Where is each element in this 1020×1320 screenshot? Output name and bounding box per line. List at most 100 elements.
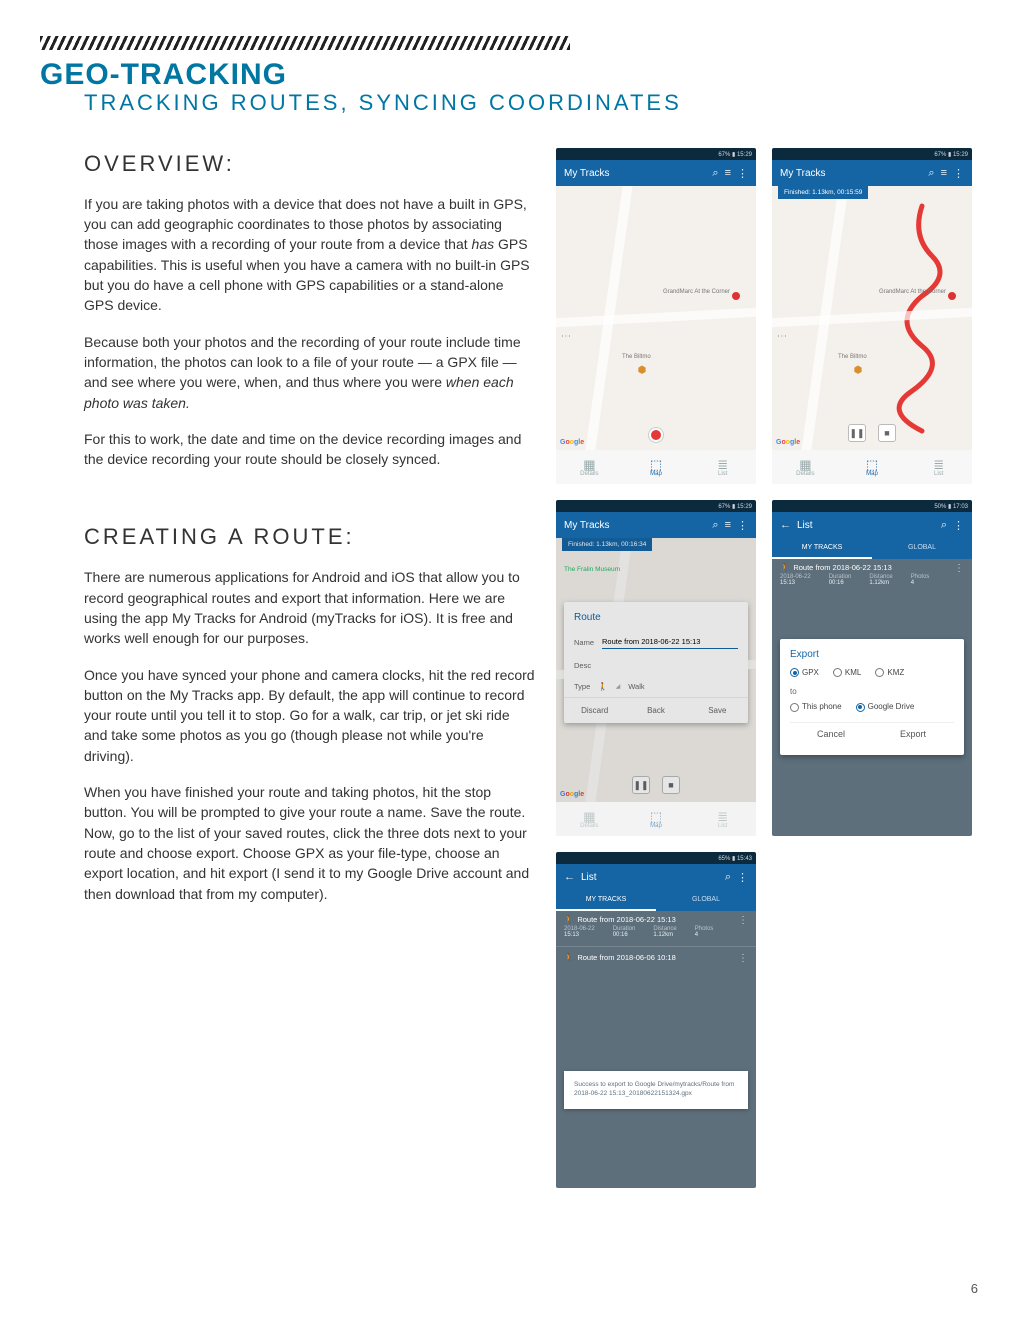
tab-global[interactable]: GLOBAL xyxy=(656,890,756,911)
nav-list[interactable]: ≣List xyxy=(689,450,756,484)
map-canvas[interactable]: Finished: 1.13km, 00:15:59 GrandMarc At … xyxy=(772,186,972,450)
radio-kml[interactable]: KML xyxy=(833,668,861,677)
export-dialog: Export GPX KML KMZ to This phone Google … xyxy=(780,639,964,755)
radio-kmz[interactable]: KMZ xyxy=(875,668,904,677)
export-button[interactable]: Export xyxy=(872,723,954,745)
list-icon[interactable]: ≡ xyxy=(941,167,947,179)
radio-google-drive[interactable]: Google Drive xyxy=(856,702,915,711)
search-icon[interactable]: ⌕ xyxy=(928,167,934,180)
more-icon[interactable]: ⋮ xyxy=(737,167,748,180)
pause-button[interactable]: ❚❚ xyxy=(632,776,650,794)
bottom-nav: ▦Details ⬚Map ≣List xyxy=(556,450,756,484)
nav-details[interactable]: ▦Details xyxy=(772,450,839,484)
success-snackbar: Success to export to Google Drive/mytrac… xyxy=(564,1071,748,1109)
save-button[interactable]: Save xyxy=(687,698,748,723)
map-menu-icon[interactable]: ⋮ xyxy=(776,331,787,341)
radio-this-phone[interactable]: This phone xyxy=(790,702,842,711)
map-menu-icon[interactable]: ⋮ xyxy=(560,331,571,341)
google-logo: Google xyxy=(560,439,584,446)
list-icon[interactable]: ≡ xyxy=(725,167,731,179)
creating-heading: CREATING A ROUTE: xyxy=(84,521,536,553)
list-icon[interactable]: ≡ xyxy=(725,519,731,531)
list-body: 🚶Route from 2018-06-22 15:13⋮ 2018-06-22… xyxy=(556,911,756,1188)
dialog-title: Route xyxy=(564,602,748,629)
discard-button[interactable]: Discard xyxy=(564,698,625,723)
route-list-item[interactable]: 🚶Route from 2018-06-06 10:18⋮ xyxy=(556,946,756,972)
back-icon[interactable]: ← xyxy=(780,519,791,531)
app-title: My Tracks xyxy=(564,168,610,179)
nav-map[interactable]: ⬚Map xyxy=(623,450,690,484)
creating-p2: Once you have synced your phone and came… xyxy=(84,665,536,766)
to-label: to xyxy=(790,687,954,696)
list-body: 🚶Route from 2018-06-22 15:13⋮ 2018-06-22… xyxy=(772,559,972,836)
pause-stop-controls: ❚❚ ■ xyxy=(848,424,896,442)
desc-label: Desc xyxy=(574,661,591,670)
nav-details[interactable]: ▦Details xyxy=(556,802,623,836)
list-tabs: MY TRACKS GLOBAL xyxy=(772,538,972,559)
stop-button[interactable]: ■ xyxy=(878,424,896,442)
poi-label: The Fralin Museum xyxy=(564,566,620,573)
route-list-item[interactable]: 🚶Route from 2018-06-22 15:13⋮ 2018-06-22… xyxy=(556,911,756,946)
nav-details[interactable]: ▦Details xyxy=(556,450,623,484)
overview-heading: OVERVIEW: xyxy=(84,148,536,180)
app-title: My Tracks xyxy=(564,520,610,531)
screenshot-export-dialog: 50% ▮ 17:03 ← List ⌕ ⋮ MY TRACKS GLOBAL … xyxy=(772,500,972,836)
pause-button[interactable]: ❚❚ xyxy=(848,424,866,442)
nav-list[interactable]: ≣List xyxy=(905,450,972,484)
nav-map[interactable]: ⬚Map xyxy=(839,450,906,484)
map-poi-icon: ⬢ xyxy=(852,364,864,376)
overview-p3: For this to work, the date and time on t… xyxy=(84,429,536,470)
map-canvas-dim: Finished: 1.13km, 00:16:34 The Fralin Mu… xyxy=(556,538,756,802)
item-menu-icon[interactable]: ⋮ xyxy=(738,953,748,964)
tab-my-tracks[interactable]: MY TRACKS xyxy=(772,538,872,559)
tab-my-tracks[interactable]: MY TRACKS xyxy=(556,890,656,911)
record-button[interactable] xyxy=(649,428,663,442)
route-path xyxy=(772,186,972,446)
type-value[interactable]: Walk xyxy=(628,682,644,691)
status-bar: 67% ▮ 15:29 xyxy=(556,148,756,160)
page-number: 6 xyxy=(971,1281,978,1296)
screenshot-save-dialog: 67% ▮ 15:29 My Tracks ⌕ ≡ ⋮ Finished: 1.… xyxy=(556,500,756,836)
item-menu-icon[interactable]: ⋮ xyxy=(738,915,748,926)
page-title: GEO-TRACKING xyxy=(40,58,980,92)
radio-gpx[interactable]: GPX xyxy=(790,668,819,677)
search-icon[interactable]: ⌕ xyxy=(712,519,718,532)
finished-bubble: Finished: 1.13km, 00:16:34 xyxy=(562,538,652,551)
map-pin-icon xyxy=(948,292,956,300)
nav-list[interactable]: ≣List xyxy=(689,802,756,836)
google-logo: Google xyxy=(776,439,800,446)
main-text-column: OVERVIEW: If you are taking photos with … xyxy=(84,148,536,1188)
screenshot-export-success: 65% ▮ 15:43 ← List ⌕ ⋮ MY TRACKS GLOBAL … xyxy=(556,852,756,1188)
app-bar: My Tracks ⌕ ≡ ⋮ xyxy=(556,512,756,538)
search-icon[interactable]: ⌕ xyxy=(725,871,731,884)
app-bar: My Tracks ⌕ ≡ ⋮ xyxy=(772,160,972,186)
overview-p2: Because both your photos and the recordi… xyxy=(84,332,536,413)
nav-map[interactable]: ⬚Map xyxy=(623,802,690,836)
back-icon[interactable]: ← xyxy=(564,871,575,883)
walk-icon: 🚶 xyxy=(598,682,607,691)
screenshots-column: 67% ▮ 15:29 My Tracks ⌕ ≡ ⋮ GrandMarc At… xyxy=(556,148,980,1188)
bottom-nav: ▦Details ⬚Map ≣List xyxy=(772,450,972,484)
back-button[interactable]: Back xyxy=(625,698,686,723)
item-menu-icon[interactable]: ⋮ xyxy=(954,563,964,574)
dest-radios: This phone Google Drive xyxy=(790,702,954,711)
search-icon[interactable]: ⌕ xyxy=(712,167,718,180)
more-icon[interactable]: ⋮ xyxy=(953,167,964,180)
more-icon[interactable]: ⋮ xyxy=(953,519,964,532)
more-icon[interactable]: ⋮ xyxy=(737,871,748,884)
stop-button[interactable]: ■ xyxy=(662,776,680,794)
app-bar: My Tracks ⌕ ≡ ⋮ xyxy=(556,160,756,186)
status-bar: 65% ▮ 15:43 xyxy=(556,852,756,864)
name-label: Name xyxy=(574,638,594,647)
tab-global[interactable]: GLOBAL xyxy=(872,538,972,559)
status-bar: 67% ▮ 15:29 xyxy=(772,148,972,160)
type-label: Type xyxy=(574,682,590,691)
app-title: My Tracks xyxy=(780,168,826,179)
route-name-input[interactable] xyxy=(602,635,738,649)
screenshot-map-record: 67% ▮ 15:29 My Tracks ⌕ ≡ ⋮ GrandMarc At… xyxy=(556,148,756,484)
more-icon[interactable]: ⋮ xyxy=(737,519,748,532)
route-list-item[interactable]: 🚶Route from 2018-06-22 15:13⋮ 2018-06-22… xyxy=(772,559,972,594)
cancel-button[interactable]: Cancel xyxy=(790,723,872,745)
map-canvas[interactable]: GrandMarc At the Corner The Biltmo ⬢ ⋮ G… xyxy=(556,186,756,450)
search-icon[interactable]: ⌕ xyxy=(941,519,947,532)
